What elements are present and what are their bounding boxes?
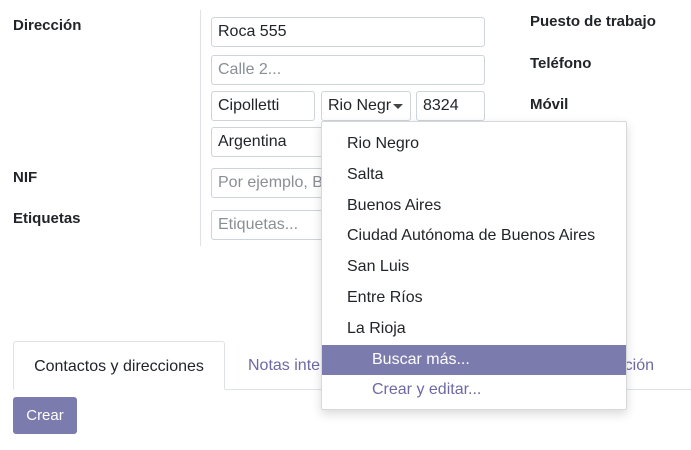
city-input[interactable]: Cipolletti [211,91,315,121]
dropdown-option[interactable]: Salta [322,160,626,191]
etiquetas-label: Etiquetas [13,210,81,227]
dropdown-option[interactable]: Buenos Aires [322,191,626,222]
state-select[interactable]: Rio Negr [321,91,411,121]
movil-label: Móvil [530,96,569,113]
puesto-label: Puesto de trabajo [530,13,656,30]
zip-input[interactable]: 8324 [416,91,485,121]
nif-label: NIF [13,169,38,186]
column-divider [200,10,201,246]
telefono-label: Teléfono [530,55,592,72]
dropdown-option[interactable]: Rio Negro [322,129,626,160]
state-dropdown-menu: Rio Negro Salta Buenos Aires Ciudad Autó… [321,121,627,410]
tab-contacts[interactable]: Contactos y direcciones [13,341,225,390]
state-select-value: Rio Negr [328,97,392,114]
street-input[interactable]: Roca 555 [211,17,485,47]
direccion-label: Dirección [13,17,82,34]
create-edit-option[interactable]: Crear y editar... [322,375,626,406]
crear-button[interactable]: Crear [13,397,77,434]
dropdown-option[interactable]: Entre Ríos [322,283,626,314]
tab-notes[interactable]: Notas internas [248,341,320,390]
dropdown-option[interactable]: Ciudad Autónoma de Buenos Aires [322,221,626,252]
street2-input[interactable]: Calle 2... [211,55,485,85]
dropdown-option[interactable]: San Luis [322,252,626,283]
chevron-down-icon [393,104,403,109]
search-more-option[interactable]: Buscar más... [322,344,626,376]
dropdown-option[interactable]: La Rioja [322,314,626,345]
